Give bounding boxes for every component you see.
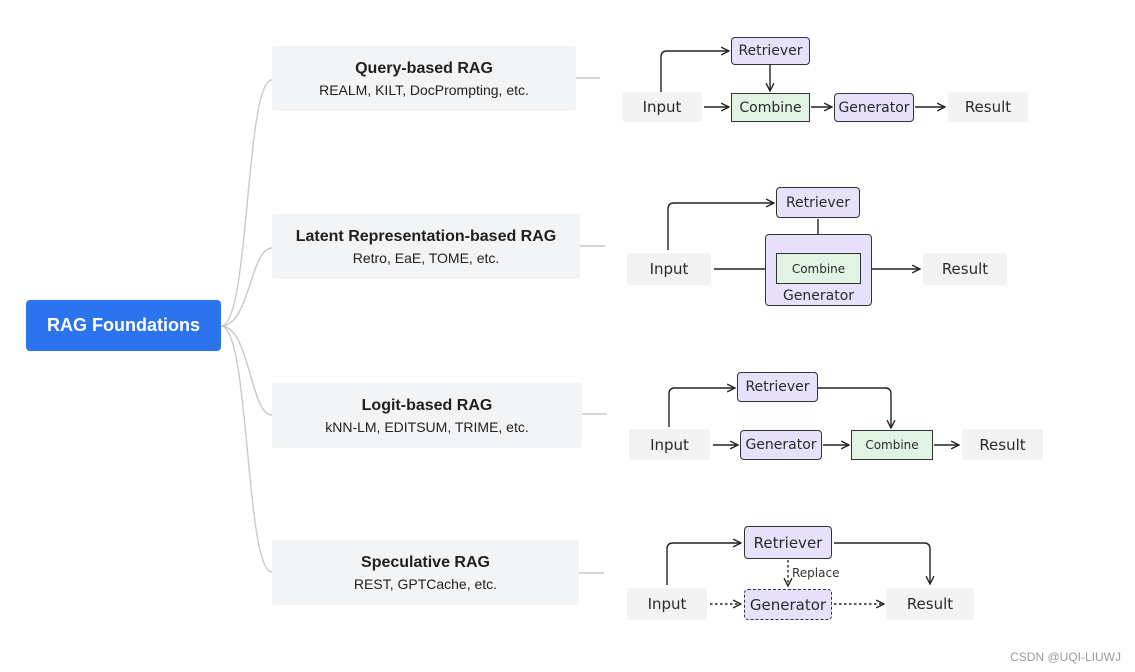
- s-input-node: Input: [627, 588, 707, 620]
- arrow-s-input-retriever: [666, 543, 741, 585]
- category-logit-based[interactable]: Logit-based RAG kNN-LM, EDITSUM, TRIME, …: [272, 383, 582, 448]
- g-combine-node: Combine: [851, 430, 933, 460]
- category-latent-representation[interactable]: Latent Representation-based RAG Retro, E…: [272, 214, 580, 279]
- arrow-q-input-retriever: [660, 51, 729, 92]
- category-query-based[interactable]: Query-based RAG REALM, KILT, DocPromptin…: [272, 46, 576, 111]
- q-combine-node: Combine: [731, 93, 810, 122]
- branch-latent: [220, 247, 273, 327]
- category-speculative[interactable]: Speculative RAG REST, GPTCache, etc.: [272, 540, 579, 605]
- category-examples: REALM, KILT, DocPrompting, etc.: [319, 81, 529, 98]
- category-examples: REST, GPTCache, etc.: [353, 575, 498, 592]
- s-replace-label: Replace: [792, 566, 840, 580]
- g-result-node: Result: [962, 429, 1043, 460]
- category-examples: kNN-LM, EDITSUM, TRIME, etc.: [325, 418, 529, 435]
- s-result-node: Result: [886, 588, 974, 620]
- g-retriever-node: Retriever: [737, 372, 818, 402]
- l-combine-node: Combine: [776, 253, 861, 284]
- g-generator-node: Generator: [740, 430, 822, 460]
- q-result-node: Result: [948, 92, 1028, 122]
- q-retriever-node: Retriever: [731, 37, 810, 65]
- root-node[interactable]: RAG Foundations: [26, 300, 221, 351]
- l-input-node: Input: [627, 253, 711, 285]
- s-retriever-node: Retriever: [744, 526, 832, 559]
- category-title: Latent Representation-based RAG: [295, 227, 557, 245]
- category-title: Logit-based RAG: [361, 396, 493, 414]
- category-title: Query-based RAG: [355, 59, 493, 77]
- q-input-node: Input: [622, 92, 702, 122]
- arrow-g-input-retriever: [668, 388, 735, 427]
- g-input-node: Input: [629, 429, 710, 460]
- category-examples: Retro, EaE, TOME, etc.: [352, 249, 500, 266]
- root-label: RAG Foundations: [47, 315, 200, 335]
- l-result-node: Result: [923, 253, 1007, 285]
- category-title: Speculative RAG: [361, 553, 490, 571]
- arrow-s-retriever-result: [834, 542, 930, 584]
- l-retriever-node: Retriever: [776, 187, 860, 218]
- arrow-g-retriever-combine: [818, 387, 891, 428]
- watermark: CSDN @UQI-LIUWJ: [1010, 650, 1121, 664]
- branch-logit: [220, 325, 273, 416]
- branch-query: [220, 79, 273, 327]
- s-generator-node: Generator: [744, 589, 832, 620]
- q-generator-node: Generator: [834, 93, 914, 122]
- arrow-l-input-retriever: [667, 203, 774, 250]
